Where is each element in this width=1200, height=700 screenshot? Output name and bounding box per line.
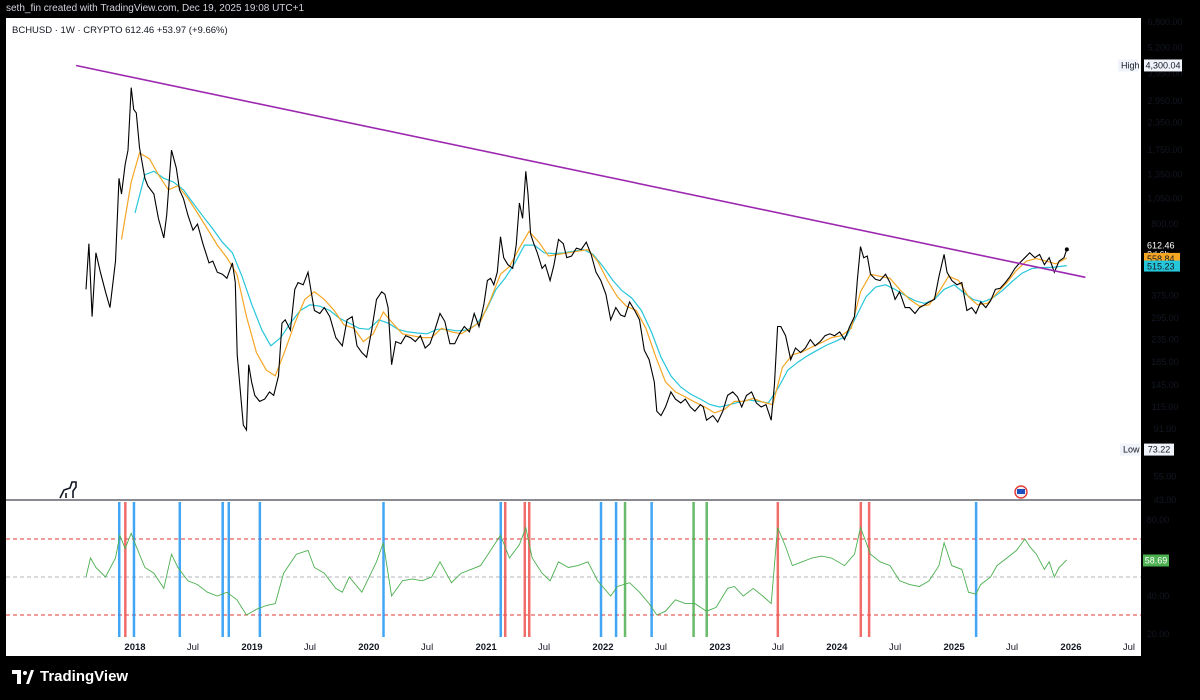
high-value: 4,300.04 bbox=[1145, 60, 1180, 70]
price-tick-label: 2,950.00 bbox=[1147, 96, 1182, 106]
marker-blue bbox=[614, 502, 618, 637]
price-tick-label: 1,350.00 bbox=[1147, 170, 1182, 180]
marker-blue bbox=[599, 502, 603, 637]
tradingview-brand[interactable]: TradingView bbox=[12, 668, 128, 685]
price-tick-label: 91.00 bbox=[1154, 424, 1177, 434]
marker-green bbox=[705, 502, 708, 637]
rsi-line bbox=[85, 525, 1068, 616]
price-line bbox=[85, 87, 1068, 432]
price-tick-label: 1,750.00 bbox=[1147, 145, 1182, 155]
x-tick-label: Jul bbox=[538, 642, 550, 653]
x-tick-label: Jul bbox=[421, 642, 433, 653]
tradingview-logo-icon bbox=[12, 669, 34, 684]
x-tick-label: 2020 bbox=[358, 642, 379, 653]
price-tick-label: 6,800.00 bbox=[1147, 17, 1182, 27]
price-tick-label: 375.00 bbox=[1151, 291, 1179, 301]
x-tick-label: 2023 bbox=[709, 642, 730, 653]
marker-blue bbox=[650, 502, 653, 637]
low-value: 73.22 bbox=[1148, 445, 1171, 455]
marker-red bbox=[528, 502, 531, 637]
marker-blue bbox=[258, 502, 262, 637]
x-tick-label: 2026 bbox=[1060, 642, 1081, 653]
symbol-change: +53.97 (+9.66%) bbox=[156, 25, 228, 36]
price-tick-label: 800.00 bbox=[1151, 219, 1179, 229]
price-tick-label: 5,200.00 bbox=[1147, 43, 1182, 53]
rsi-tick-label: 80.00 bbox=[1147, 515, 1170, 525]
resistance-trendline bbox=[75, 64, 1086, 279]
marker-blue bbox=[132, 502, 136, 637]
ema-orange-line bbox=[120, 152, 1068, 414]
rsi-tick-label: 20.00 bbox=[1147, 629, 1170, 639]
symbol-info: BCHUSD · 1W · CRYPTO 612.46 +53.97 (+9.6… bbox=[12, 25, 228, 36]
rsi-value-tag: 58.69 bbox=[1145, 555, 1168, 565]
chart-frame: seth_fin created with TradingView.com, D… bbox=[0, 0, 1200, 700]
ema-cyan-tag: 515.23 bbox=[1147, 262, 1175, 272]
price-tick-label: 115.00 bbox=[1152, 402, 1179, 412]
marker-blue bbox=[221, 502, 224, 637]
x-tick-label: 2021 bbox=[476, 642, 498, 653]
marker-red bbox=[523, 502, 527, 637]
price-tick-label: 295.00 bbox=[1151, 313, 1179, 323]
marker-blue bbox=[117, 502, 121, 637]
price-tick-label: 1,050.00 bbox=[1147, 193, 1182, 203]
marker-blue bbox=[227, 502, 231, 637]
marker-green bbox=[623, 502, 627, 637]
chart-svg[interactable]: 6,800.005,200.003,950.002,950.002,350.00… bbox=[0, 0, 1200, 700]
x-tick-label: Jul bbox=[655, 642, 667, 653]
ema-cyan-line bbox=[134, 170, 1067, 408]
low-label: Low bbox=[1123, 445, 1140, 455]
x-tick-label: 2019 bbox=[241, 642, 262, 653]
brand-name: TradingView bbox=[40, 668, 129, 685]
marker-red bbox=[124, 502, 127, 637]
x-tick-label: Jul bbox=[772, 642, 784, 653]
marker-blue bbox=[499, 502, 502, 637]
x-tick-label: 2025 bbox=[944, 642, 966, 653]
symbol-last-price: 612.46 bbox=[125, 25, 155, 36]
x-tick-label: 2018 bbox=[124, 642, 145, 653]
x-tick-label: Jul bbox=[889, 642, 901, 653]
x-tick-label: Jul bbox=[187, 642, 199, 653]
marker-green bbox=[692, 502, 695, 637]
x-tick-label: Jul bbox=[1123, 642, 1135, 653]
marker-blue bbox=[974, 502, 978, 637]
x-tick-label: Jul bbox=[1006, 642, 1018, 653]
flag-stripe-icon bbox=[1017, 489, 1025, 494]
price-tick-label: 2,350.00 bbox=[1147, 117, 1182, 127]
x-tick-label: 2022 bbox=[592, 642, 613, 653]
price-tick-label: 235.00 bbox=[1151, 335, 1179, 345]
marker-red bbox=[859, 502, 863, 637]
price-tick-label: 185.00 bbox=[1151, 357, 1179, 367]
marker-red bbox=[776, 502, 780, 637]
x-tick-label: 2024 bbox=[826, 642, 848, 653]
marker-red bbox=[867, 502, 871, 637]
price-tick-label: 55.00 bbox=[1154, 472, 1177, 482]
high-label: High bbox=[1121, 60, 1140, 70]
last-price-dot bbox=[1064, 247, 1069, 252]
price-tick-label: 145.00 bbox=[1151, 380, 1179, 390]
dino-icon bbox=[59, 481, 77, 499]
symbol-label: BCHUSD · 1W · CRYPTO bbox=[12, 25, 123, 36]
rsi-tick-label: 40.00 bbox=[1147, 591, 1170, 601]
price-tick-label: 43.00 bbox=[1154, 495, 1177, 505]
marker-red bbox=[503, 502, 507, 637]
marker-blue bbox=[382, 502, 385, 637]
x-tick-label: Jul bbox=[304, 642, 316, 653]
